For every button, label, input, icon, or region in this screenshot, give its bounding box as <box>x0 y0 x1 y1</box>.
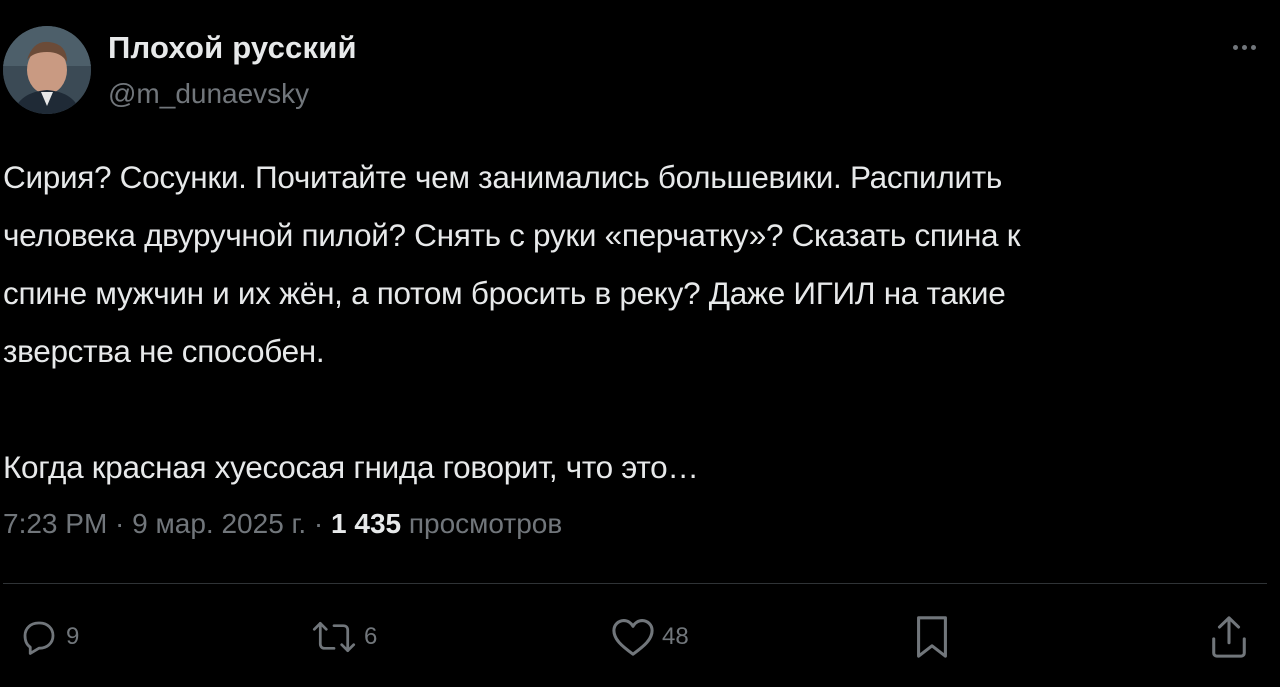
tweet: Плохой русский @m_dunaevsky Сирия? Сосун… <box>0 0 1280 687</box>
bookmark-icon <box>912 614 952 660</box>
tweet-text-line: человека двуручной пилой? Снять с руки «… <box>3 217 1021 253</box>
like-count: 48 <box>662 623 689 650</box>
views-count: 1 435 <box>331 508 402 539</box>
tweet-text-line: Сирия? Сосунки. Почитайте чем занимались… <box>3 159 1002 195</box>
tweet-text-line: зверства не способен. <box>3 333 325 369</box>
meta-separator: · <box>107 508 133 539</box>
repost-count: 6 <box>364 623 378 650</box>
author-display-name[interactable]: Плохой русский <box>108 30 357 66</box>
tweet-text: Сирия? Сосунки. Почитайте чем занимались… <box>3 148 1273 496</box>
share-button[interactable] <box>1208 612 1250 662</box>
repost-icon <box>310 616 358 658</box>
views-label: просмотров <box>401 508 563 539</box>
reply-button[interactable]: 9 <box>18 612 79 662</box>
tweet-text-line: спине мужчин и их жён, а потом бросить в… <box>3 275 1006 311</box>
heart-icon <box>610 616 656 658</box>
share-icon <box>1208 614 1250 660</box>
meta-separator: · <box>306 508 332 539</box>
tweet-date[interactable]: 9 мар. 2025 г. <box>132 508 306 539</box>
repost-button[interactable]: 6 <box>310 612 377 662</box>
divider <box>3 583 1267 584</box>
tweet-time[interactable]: 7:23 PM <box>3 508 107 539</box>
action-bar: 9 6 48 <box>0 612 1280 662</box>
like-button[interactable]: 48 <box>610 612 689 662</box>
reply-count: 9 <box>66 623 80 650</box>
tweet-meta: 7:23 PM · 9 мар. 2025 г. · 1 435 просмот… <box>3 508 562 540</box>
avatar[interactable] <box>3 26 91 114</box>
more-icon <box>1232 44 1256 50</box>
more-options-button[interactable] <box>1222 32 1266 62</box>
reply-icon <box>18 616 60 658</box>
author-handle[interactable]: @m_dunaevsky <box>108 78 309 110</box>
tweet-header: Плохой русский @m_dunaevsky <box>0 22 1280 122</box>
tweet-text-line: Когда красная хуесосая гнида говорит, чт… <box>3 449 699 485</box>
bookmark-button[interactable] <box>912 612 952 662</box>
